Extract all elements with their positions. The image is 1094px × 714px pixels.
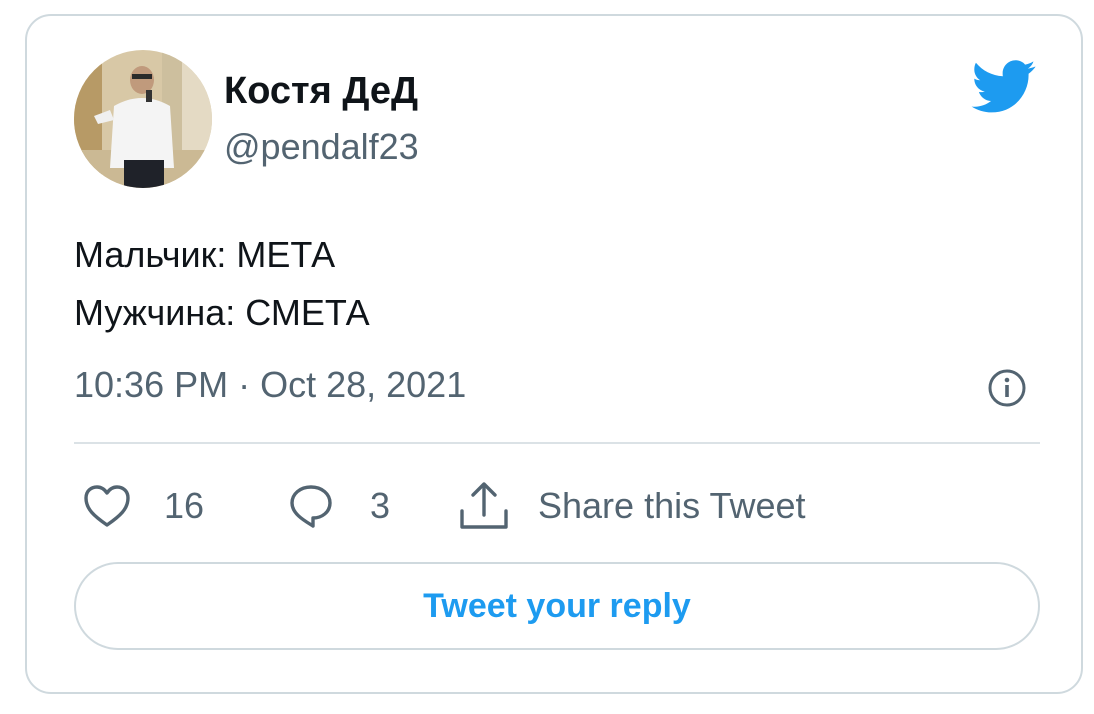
author-handle[interactable]: @pendalf23 xyxy=(224,126,419,168)
share-label: Share this Tweet xyxy=(538,485,806,526)
share-icon xyxy=(456,479,512,533)
like-count: 16 xyxy=(164,485,205,526)
tweet-text: Мальчик: МЕТА Мужчина: СМЕТА xyxy=(74,226,370,342)
tweet-line-1: Мальчик: МЕТА xyxy=(74,234,336,275)
author-name[interactable]: Костя ДеД xyxy=(224,70,418,113)
reply-count-button[interactable]: 3 xyxy=(286,478,390,534)
info-glyph xyxy=(988,369,1026,407)
heart-icon xyxy=(82,483,132,529)
speech-bubble-icon xyxy=(286,481,336,531)
tweet-timestamp[interactable]: 10:36 PM · Oct 28, 2021 xyxy=(74,364,466,406)
tweet-your-reply-button[interactable]: Tweet your reply xyxy=(74,562,1040,650)
tweet-line-2: Мужчина: СМЕТА xyxy=(74,292,370,333)
reply-count: 3 xyxy=(370,485,391,526)
divider xyxy=(74,442,1040,444)
info-icon[interactable] xyxy=(987,368,1027,408)
avatar-photo xyxy=(74,50,212,188)
share-button[interactable]: Share this Tweet xyxy=(456,478,806,534)
twitter-bird-glyph xyxy=(971,60,1036,113)
avatar[interactable] xyxy=(74,50,212,188)
tweet-card: Костя ДеД @pendalf23 Мальчик: МЕТА Мужчи… xyxy=(25,14,1083,694)
twitter-bird-icon[interactable] xyxy=(971,60,1037,114)
like-button[interactable]: 16 xyxy=(82,478,204,534)
